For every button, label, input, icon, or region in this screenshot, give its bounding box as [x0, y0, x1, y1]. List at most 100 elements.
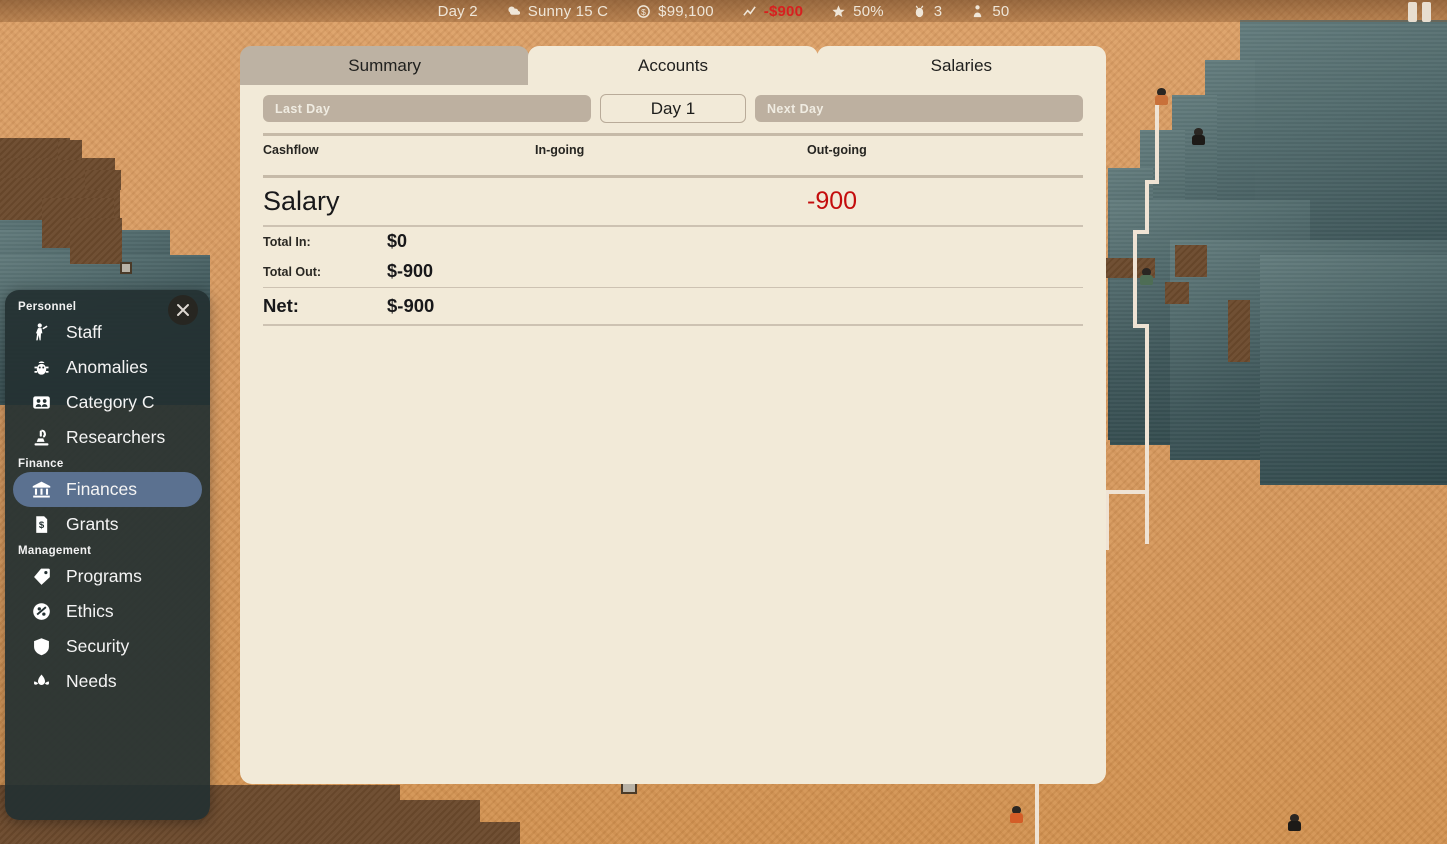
next-day-label: Next Day: [767, 101, 824, 116]
row-outgoing-salary: -900: [807, 187, 858, 215]
hud-day: Day 2: [424, 3, 492, 20]
tab-salaries-label: Salaries: [930, 55, 993, 75]
pause-bar-right: [1421, 2, 1431, 22]
microscope-icon: [31, 427, 52, 448]
total-in-value: $0: [387, 231, 408, 251]
hud-reputation: 50%: [817, 3, 898, 20]
close-sidebar-button[interactable]: [168, 295, 198, 325]
sidebar-item-finances[interactable]: Finances: [13, 472, 202, 507]
tab-salaries[interactable]: Salaries: [816, 46, 1106, 85]
sidebar-label-category-c: Category C: [66, 392, 155, 412]
hud-money: $ $99,100: [622, 3, 728, 20]
hud-staff-value: 50: [992, 2, 1010, 20]
coin-icon: $: [636, 4, 651, 19]
current-day-display[interactable]: Day 1: [600, 94, 746, 123]
sidebar-group-finance: Finance: [18, 458, 64, 470]
tab-summary-label: Summary: [348, 55, 422, 75]
sun-cloud-icon: [506, 4, 521, 19]
bug-icon: [912, 4, 927, 19]
net-label: Net:: [263, 295, 299, 316]
dirt-patch: [70, 218, 122, 264]
row-name-salary: Salary: [263, 186, 340, 216]
last-day-label: Last Day: [275, 101, 331, 116]
category-c-icon: [31, 392, 52, 413]
table-column-headers: Cashflow In-going Out-going: [263, 136, 1083, 164]
sidebar-label-staff: Staff: [66, 322, 102, 342]
hud-money-value: $99,100: [658, 2, 714, 20]
character-pawn[interactable]: [1140, 268, 1153, 285]
hud-staff: 50: [956, 3, 1023, 20]
hud-weather: Sunny 15 C: [492, 3, 622, 20]
hud-weather-value: Sunny 15 C: [527, 2, 609, 20]
tab-accounts[interactable]: Accounts: [528, 46, 818, 85]
walk-path: [1133, 230, 1137, 328]
dirt-patch: [0, 822, 520, 844]
ethics-icon: [31, 601, 52, 622]
hud-cashflow-value: -$900: [763, 2, 804, 20]
total-out-value: $-900: [387, 261, 434, 281]
sidebar-label-grants: Grants: [66, 514, 119, 534]
pause-button[interactable]: [1399, 1, 1439, 23]
dirt-patch: [1165, 282, 1189, 304]
sidebar-group-management: Management: [18, 545, 92, 557]
grant-icon: $: [31, 514, 52, 535]
walk-path: [1145, 180, 1149, 232]
column-header-outgoing: Out-going: [807, 143, 867, 157]
staff-icon: [31, 322, 52, 343]
finance-panel: Summary Accounts Salaries Last Day Day 1…: [240, 46, 1106, 784]
character-pawn[interactable]: [1010, 806, 1023, 823]
bug-icon: [31, 357, 52, 378]
bank-icon: [31, 479, 52, 500]
character-pawn[interactable]: [1192, 128, 1205, 145]
column-header-cashflow: Cashflow: [263, 143, 319, 157]
tab-summary[interactable]: Summary: [240, 46, 530, 85]
pause-bar-left: [1407, 2, 1417, 22]
hud-cashflow: -$900: [728, 3, 817, 20]
dirt-patch: [1175, 245, 1207, 277]
tab-accounts-label: Accounts: [638, 55, 708, 75]
management-sidebar: Personnel Staff Anomalies Category C Res…: [5, 290, 210, 820]
day-navigation: Last Day Day 1 Next Day: [263, 94, 1083, 123]
sidebar-label-ethics: Ethics: [66, 601, 114, 621]
character-pawn[interactable]: [1155, 88, 1168, 105]
trend-icon: [742, 4, 757, 19]
divider-below-net: [263, 324, 1083, 326]
sidebar-item-security[interactable]: Security: [13, 629, 202, 664]
svg-text:$: $: [641, 6, 646, 16]
sidebar-item-researchers[interactable]: Researchers: [13, 420, 202, 455]
hud-anomalies: 3: [898, 3, 957, 20]
last-day-button[interactable]: Last Day: [263, 95, 591, 122]
needs-icon: [31, 671, 52, 692]
character-pawn[interactable]: [1288, 814, 1301, 831]
current-day-label: Day 1: [650, 98, 696, 118]
sidebar-label-researchers: Researchers: [66, 427, 166, 447]
net-value: $-900: [387, 295, 435, 316]
table-row[interactable]: Salary -900: [263, 178, 1083, 225]
sidebar-item-needs[interactable]: Needs: [13, 664, 202, 699]
crate-object[interactable]: [120, 262, 132, 274]
total-in-row: Total In: $0: [263, 227, 1083, 257]
sidebar-item-grants[interactable]: $ Grants: [13, 507, 202, 542]
sidebar-item-anomalies[interactable]: Anomalies: [13, 350, 202, 385]
sidebar-label-programs: Programs: [66, 566, 142, 586]
next-day-button[interactable]: Next Day: [755, 95, 1083, 122]
water-step: [1260, 255, 1447, 485]
hud-day-value: Day 2: [437, 2, 478, 20]
tag-icon: [31, 566, 52, 587]
dirt-patch: [58, 140, 82, 160]
sidebar-item-category-c[interactable]: Category C: [13, 385, 202, 420]
total-out-row: Total Out: $-900: [263, 257, 1083, 287]
close-icon: [177, 304, 189, 316]
column-header-ingoing: In-going: [535, 143, 585, 157]
person-icon: [970, 4, 985, 19]
walk-path: [1105, 490, 1149, 494]
walk-path: [1145, 324, 1149, 544]
sidebar-item-programs[interactable]: Programs: [13, 559, 202, 594]
dirt-patch: [85, 170, 121, 190]
hud-anomalies-value: 3: [933, 2, 943, 20]
total-in-label: Total In:: [263, 234, 311, 249]
sidebar-label-security: Security: [66, 636, 130, 656]
sidebar-item-ethics[interactable]: Ethics: [13, 594, 202, 629]
hud-reputation-value: 50%: [853, 2, 884, 20]
star-icon: [831, 4, 846, 19]
